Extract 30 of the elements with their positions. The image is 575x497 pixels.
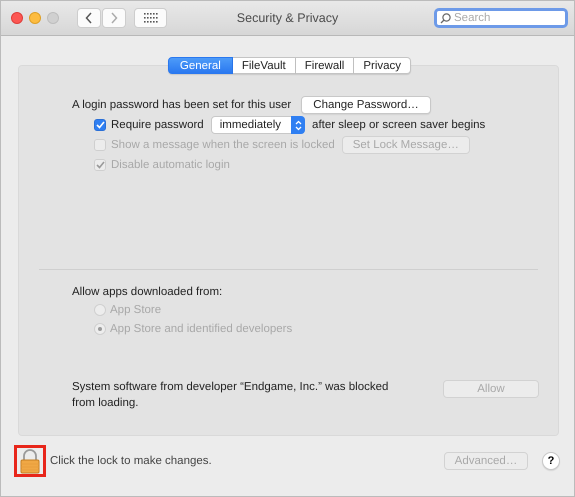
timing-dropdown[interactable]: immediately [210,116,306,134]
up-down-icon [294,120,302,130]
checkbox[interactable] [94,119,106,131]
back-button[interactable] [77,8,101,28]
minimize-button[interactable] [29,12,41,24]
tab[interactable]: Firewall [296,57,354,74]
chevron-left-icon [85,12,93,24]
grid-icon [144,13,158,23]
search-field[interactable]: Search [434,8,568,28]
window-title: Security & Privacy [236,11,338,25]
show-all-button[interactable] [134,8,167,28]
checkbox-label: Disable automatic login [111,159,230,171]
checkbox-label: Show a message when the screen is locked [111,139,335,151]
suffix-label: after sleep or screen saver begins [312,119,486,131]
downloads-label: Allow apps downloaded from: [72,286,224,298]
close-button[interactable] [11,12,23,24]
chevron-right-icon [110,12,118,24]
tab[interactable]: Privacy [354,57,412,74]
radio-label: App Store and identified developers [110,322,292,334]
change-password-button[interactable]: Change Password… [301,96,431,114]
lock-button[interactable] [14,445,46,477]
radio-label: App Store [110,304,162,316]
zoom-button[interactable] [47,12,59,24]
help-button[interactable]: ? [542,452,560,470]
checkbox-label: Require password [111,119,204,131]
tab[interactable]: FileVault [232,57,296,74]
blocked-message: System software from developer “Endgame, Inc.” was blocked from loading. [72,380,390,411]
lock-hint: Click the lock to make changes. [50,455,212,467]
padlock-icon [20,448,40,474]
login-label: A login password has been set for this user [72,99,292,111]
